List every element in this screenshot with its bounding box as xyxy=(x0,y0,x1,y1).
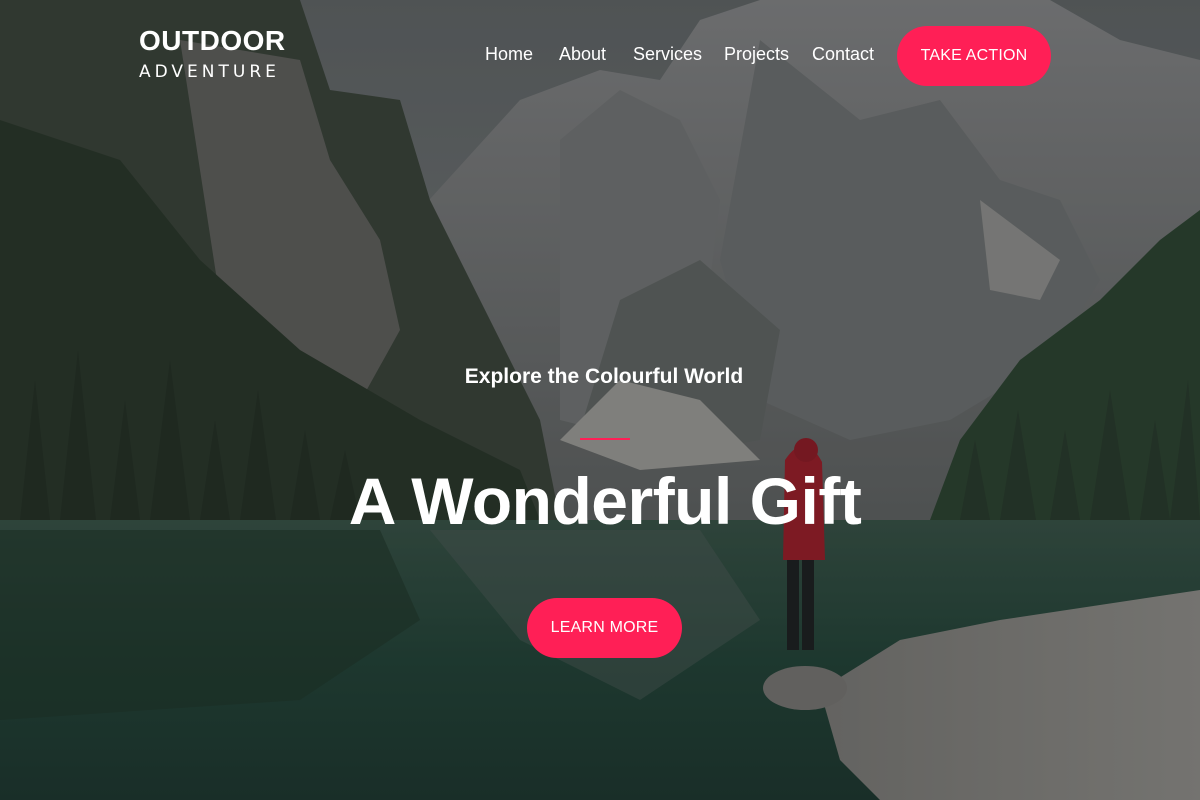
logo-line-2: ADVENTURE xyxy=(139,62,280,82)
hero-title: A Wonderful Gift xyxy=(348,464,862,538)
take-action-button[interactable]: TAKE ACTION xyxy=(897,26,1051,86)
accent-divider xyxy=(580,438,630,440)
hero-section xyxy=(0,0,1200,800)
nav-item-about[interactable]: About xyxy=(559,44,633,65)
dark-overlay xyxy=(0,0,1200,800)
nav-item-services[interactable]: Services xyxy=(633,44,724,65)
site-logo[interactable]: OUTDOOR ADVENTURE xyxy=(139,26,286,84)
nav-item-projects[interactable]: Projects xyxy=(724,44,812,65)
learn-more-button[interactable]: LEARN MORE xyxy=(527,598,682,658)
nav-item-home[interactable]: Home xyxy=(485,44,559,65)
hero-subtitle: Explore the Colourful World xyxy=(464,365,744,388)
main-nav: Home About Services Projects Contact xyxy=(485,44,892,65)
logo-line-1: OUTDOOR xyxy=(139,25,286,56)
nav-item-contact[interactable]: Contact xyxy=(812,44,892,65)
